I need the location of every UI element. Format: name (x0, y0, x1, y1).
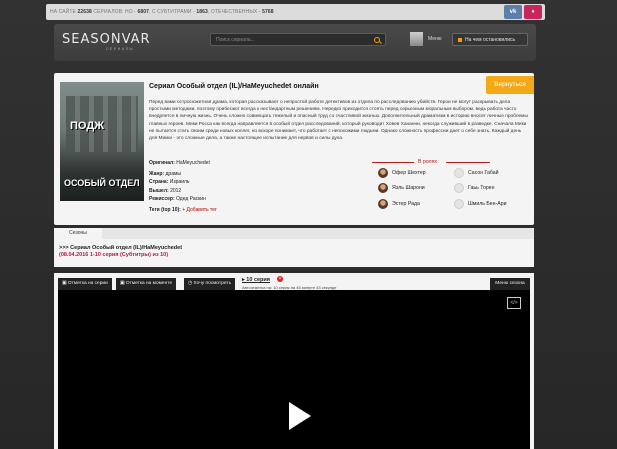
instagram-icon[interactable]: ♦ (524, 5, 542, 19)
want-watch-button[interactable]: ◷ Хочу посмотреть (184, 278, 236, 290)
vk-icon[interactable]: vk (504, 5, 522, 19)
roles-divider-right (446, 162, 490, 163)
tags-label: Теги (top 10): (149, 207, 181, 213)
actor-photo-placeholder (454, 199, 464, 209)
season-info: (08.04.2016 1-10 серия (Субтитры) из 10) (59, 252, 169, 258)
site-stats: НА САЙТЕ 22638 СЕРИАЛОВ: НО - 6807, С СУ… (50, 9, 274, 15)
search-input[interactable]: Поиск сериала... (210, 33, 386, 46)
stats-with-subs-label: , С СУБТИТРАМИ - (148, 9, 195, 15)
actor-name: Эстер Рада (392, 201, 420, 207)
season-list: >>> Сериал Особый отдел (IL)/HaMeyuchede… (54, 239, 534, 267)
season-link[interactable]: >>> Сериал Особый отдел (IL)/HaMeyuchede… (59, 245, 182, 251)
mark-series-button[interactable]: ▣ Отметка на серии (58, 278, 112, 290)
year-value: 2012 (170, 188, 182, 194)
actor-name: Гаьь Торен (468, 185, 495, 191)
actor-name: Яэль Шарони (392, 185, 425, 191)
actor-photo (378, 183, 388, 193)
director-label: Режиссер: (149, 196, 175, 202)
year-label: Вышел: (149, 188, 169, 194)
actor-name: Шмиль Бен-Ари (468, 201, 507, 207)
actor-photo-placeholder (454, 183, 464, 193)
seasons-tabs-bar: Сезоны (54, 228, 534, 239)
actor-name: Сасон Габай (468, 170, 499, 176)
mark-series-label: Отметка на серии (67, 281, 108, 286)
roles-heading: В ролях (418, 159, 437, 165)
player-section: ▣ Отметка на серии ▣ Отметка на моменте … (54, 273, 534, 449)
site-header: SEASONVAR СЕРИАЛЫ Поиск сериала... Меню … (54, 24, 536, 61)
meta-year: Вышел: 2012 (149, 188, 181, 194)
where-stopped-label: На чем остановились (465, 37, 516, 43)
want-watch-label: Хочу посмотреть (193, 281, 232, 286)
logo-subtitle: СЕРИАЛЫ (106, 47, 135, 51)
site-logo[interactable]: SEASONVAR (62, 32, 151, 47)
mark-moment-label: Отметка на моменте (125, 281, 173, 286)
remove-mark-icon[interactable]: × (277, 276, 283, 282)
mark-moment-button[interactable]: ▣ Отметка на моменте (116, 278, 177, 290)
roles-divider-left (372, 162, 414, 163)
country-label: Страна: (149, 179, 169, 185)
embed-code-icon[interactable]: </> (507, 297, 521, 309)
poster-title-top: ПОДЖ (70, 120, 105, 132)
meta-tags: Теги (top 10): + Добавить тег (149, 207, 217, 213)
season-menu-button[interactable]: Меню сезона (490, 278, 530, 290)
serial-description: Перед вами остросюжетная драма, которая … (149, 100, 528, 142)
serial-poster: ПОДЖ ОСОБЫЙ ОТДЕЛ (60, 82, 144, 201)
meta-genre: Жанр: драмы (149, 171, 181, 177)
stats-with-subs: 1863 (196, 9, 208, 15)
stats-prefix: НА САЙТЕ (50, 9, 76, 15)
where-stopped-button[interactable]: На чем остановились (452, 33, 528, 46)
serial-card: ПОДЖ ОСОБЫЙ ОТДЕЛ Сериал Особый отдел (I… (54, 73, 534, 225)
stats-domestic-label: , ОТЕЧЕСТВЕННЫХ - (207, 9, 261, 15)
play-icon[interactable] (289, 402, 311, 430)
poster-title-bottom: ОСОБЫЙ ОТДЕЛ (64, 178, 140, 188)
user-avatar[interactable] (410, 32, 423, 46)
current-episode-label: 10 серия (246, 277, 271, 283)
country-value[interactable]: Израиль (170, 179, 190, 185)
director-value[interactable]: Одед Раскин (176, 196, 206, 202)
menu-button[interactable]: Меню (428, 36, 442, 42)
add-tag-link[interactable]: + Добавить тег (182, 207, 217, 213)
video-player[interactable]: </> (58, 290, 530, 449)
meta-country: Страна: Израиль (149, 179, 190, 185)
original-value: HaMeyuchedet (176, 160, 210, 166)
meta-director: Режиссер: Одед Раскин (149, 196, 206, 202)
actor-photo-placeholder (454, 168, 464, 178)
stats-domestic: 5768 (262, 9, 274, 15)
stats-serials: 22638 (77, 9, 92, 15)
tab-seasons[interactable]: Сезоны (54, 228, 102, 239)
bookmark-icon (458, 38, 462, 42)
search-placeholder: Поиск сериала... (216, 37, 255, 43)
stats-serials-label: СЕРИАЛОВ: НО - (93, 9, 136, 15)
genre-value[interactable]: драмы (166, 171, 182, 177)
top-stats-bar: НА САЙТЕ 22638 СЕРИАЛОВ: НО - 6807, С СУ… (46, 4, 545, 20)
actor-photo (378, 199, 388, 209)
actor-name: Офер Шехтер (392, 170, 426, 176)
original-label: Оригинал: (149, 160, 175, 166)
genre-label: Жанр: (149, 171, 165, 177)
meta-original: Оригинал: HaMeyuchedet (149, 160, 210, 166)
serial-title: Сериал Особый отдел (IL)/HaMeyuchedet он… (149, 83, 319, 90)
search-icon[interactable] (374, 37, 380, 43)
stats-no-subs: 6807 (137, 9, 149, 15)
actor-photo (378, 168, 388, 178)
back-button[interactable]: Вернуться (486, 76, 534, 94)
current-episode-link[interactable]: ▸ 10 серия (242, 277, 270, 283)
